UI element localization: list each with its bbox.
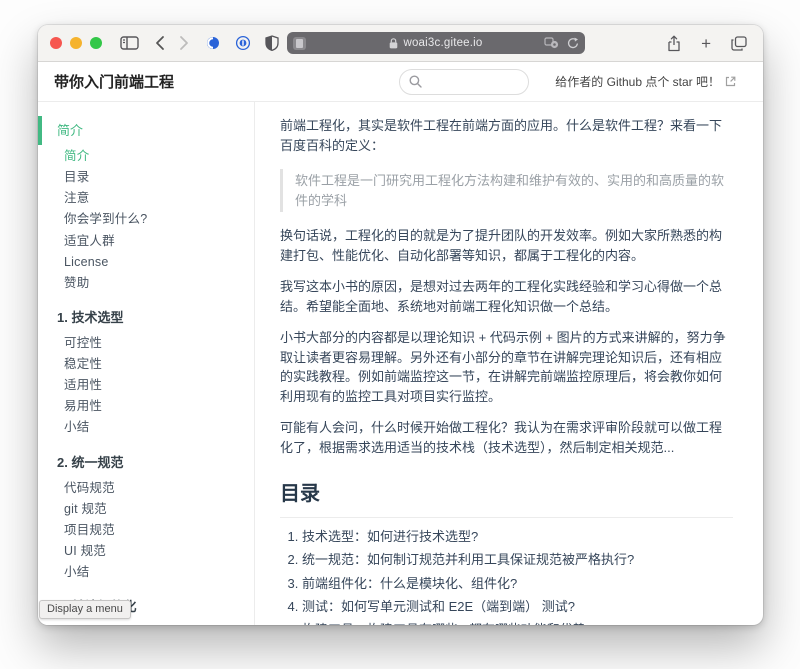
paragraph: 小书大部分的内容都是以理论知识 + 代码示例 + 图片的方式来讲解的，努力争取让… — [280, 328, 733, 406]
search-input[interactable] — [428, 75, 518, 89]
toc-heading: 目录 — [280, 479, 733, 518]
extension-1-icon[interactable] — [205, 31, 221, 55]
sidebar-item-applicability[interactable]: 适用性 — [38, 376, 254, 395]
sidebar-item-license[interactable]: License — [38, 253, 254, 272]
sidebar-section-unified-spec[interactable]: 2. 统一规范 — [38, 448, 254, 477]
sidebar-section-tech-selection[interactable]: 1. 技术选型 — [38, 303, 254, 332]
display-menu-tooltip: Display a menu — [39, 600, 131, 619]
paragraph: 可能有人会问，什么时候开始做工程化？我认为在需求评审阶段就可以做工程化了，根据需… — [280, 418, 733, 457]
sidebar-item-audience[interactable]: 适宜人群 — [38, 232, 254, 251]
toc-item: 前端组件化：什么是模块化、组件化? — [302, 575, 733, 594]
site-title: 带你入门前端工程 — [54, 71, 174, 92]
toc-list: 技术选型：如何进行技术选型? 统一规范：如何制订规范并利用工具保证规范被严格执行… — [302, 528, 733, 625]
sidebar-item-summary-1[interactable]: 小结 — [38, 418, 254, 437]
lock-icon — [389, 38, 398, 49]
sidebar-toggle-icon[interactable] — [120, 31, 139, 55]
privacy-report-icon[interactable] — [544, 37, 559, 49]
browser-toolbar: woai3c.gitee.io + — [38, 25, 763, 62]
sidebar-nav: 简介 简介 目录 注意 你会学到什么? 适宜人群 License 赞助 1. 技… — [38, 102, 255, 625]
toc-item: 技术选型：如何进行技术选型? — [302, 528, 733, 547]
sidebar-item-git-spec[interactable]: git 规范 — [38, 500, 254, 519]
sidebar-item-toc[interactable]: 目录 — [38, 168, 254, 187]
sidebar-item-summary-2[interactable]: 小结 — [38, 563, 254, 582]
urlbar-extension-badge-icon[interactable] — [293, 37, 306, 50]
sidebar-item-what-learn[interactable]: 你会学到什么? — [38, 210, 254, 229]
site-header: 带你入门前端工程 给作者的 Github 点个 star 吧！ — [38, 62, 763, 102]
tab-overview-icon[interactable] — [731, 31, 747, 55]
toc-item: 构建工具：构建工具有哪些? 都有哪些功能和优势? — [302, 621, 733, 625]
paragraph: 我写这本小书的原因，是想对过去两年的工程化实践经验和学习心得做一个总结。希望能全… — [280, 277, 733, 316]
traffic-lights — [50, 37, 102, 49]
browser-window: woai3c.gitee.io + 带你入门前端工程 给作者的 Github 点… — [38, 25, 763, 625]
paragraph: 前端工程化，其实是软件工程在前端方面的应用。什么是软件工程？来看一下百度百科的定… — [280, 116, 733, 155]
url-text: woai3c.gitee.io — [403, 37, 482, 49]
search-icon — [409, 75, 422, 88]
sidebar-item-sponsor[interactable]: 赞助 — [38, 274, 254, 293]
address-bar[interactable]: woai3c.gitee.io — [287, 32, 585, 54]
github-star-link[interactable]: 给作者的 Github 点个 star 吧！ — [555, 73, 736, 90]
sidebar-item-usability[interactable]: 易用性 — [38, 397, 254, 416]
sidebar-item-code-spec[interactable]: 代码规范 — [38, 479, 254, 498]
share-icon[interactable] — [667, 31, 681, 55]
toc-item: 统一规范：如何制订规范并利用工具保证规范被严格执行? — [302, 551, 733, 570]
minimize-window-button[interactable] — [70, 37, 82, 49]
definition-quote: 软件工程是一门研究用工程化方法构建和维护有效的、实用的和高质量的软件的学科 — [280, 169, 733, 212]
back-button[interactable] — [155, 31, 165, 55]
sidebar-item-project-spec[interactable]: 项目规范 — [38, 521, 254, 540]
sidebar-item-notice[interactable]: 注意 — [38, 189, 254, 208]
sidebar-item-ui-spec[interactable]: UI 规范 — [38, 542, 254, 561]
close-window-button[interactable] — [50, 37, 62, 49]
main-content: 前端工程化，其实是软件工程在前端方面的应用。什么是软件工程？来看一下百度百科的定… — [255, 102, 763, 625]
zoom-window-button[interactable] — [90, 37, 102, 49]
sidebar-item-stability[interactable]: 稳定性 — [38, 355, 254, 374]
sidebar-item-intro[interactable]: 简介 — [38, 147, 254, 166]
search-box[interactable] — [399, 69, 529, 95]
extension-2-icon[interactable] — [235, 31, 251, 55]
sidebar-section-intro[interactable]: 简介 — [38, 116, 254, 145]
reload-icon[interactable] — [567, 37, 579, 50]
github-star-link-label: 给作者的 Github 点个 star 吧！ — [555, 73, 720, 90]
toc-item: 测试：如何写单元测试和 E2E（端到端） 测试? — [302, 598, 733, 617]
sidebar-item-controllability[interactable]: 可控性 — [38, 334, 254, 353]
new-tab-button[interactable]: + — [701, 31, 711, 55]
external-link-icon — [725, 76, 736, 87]
sidebar-item-cohesion-coupling[interactable]: 高内聚，低耦合 — [38, 623, 254, 625]
paragraph: 换句话说，工程化的目的就是为了提升团队的开发效率。例如大家所熟悉的构建打包、性能… — [280, 226, 733, 265]
forward-button[interactable] — [179, 31, 189, 55]
extension-shield-icon[interactable] — [265, 31, 279, 55]
